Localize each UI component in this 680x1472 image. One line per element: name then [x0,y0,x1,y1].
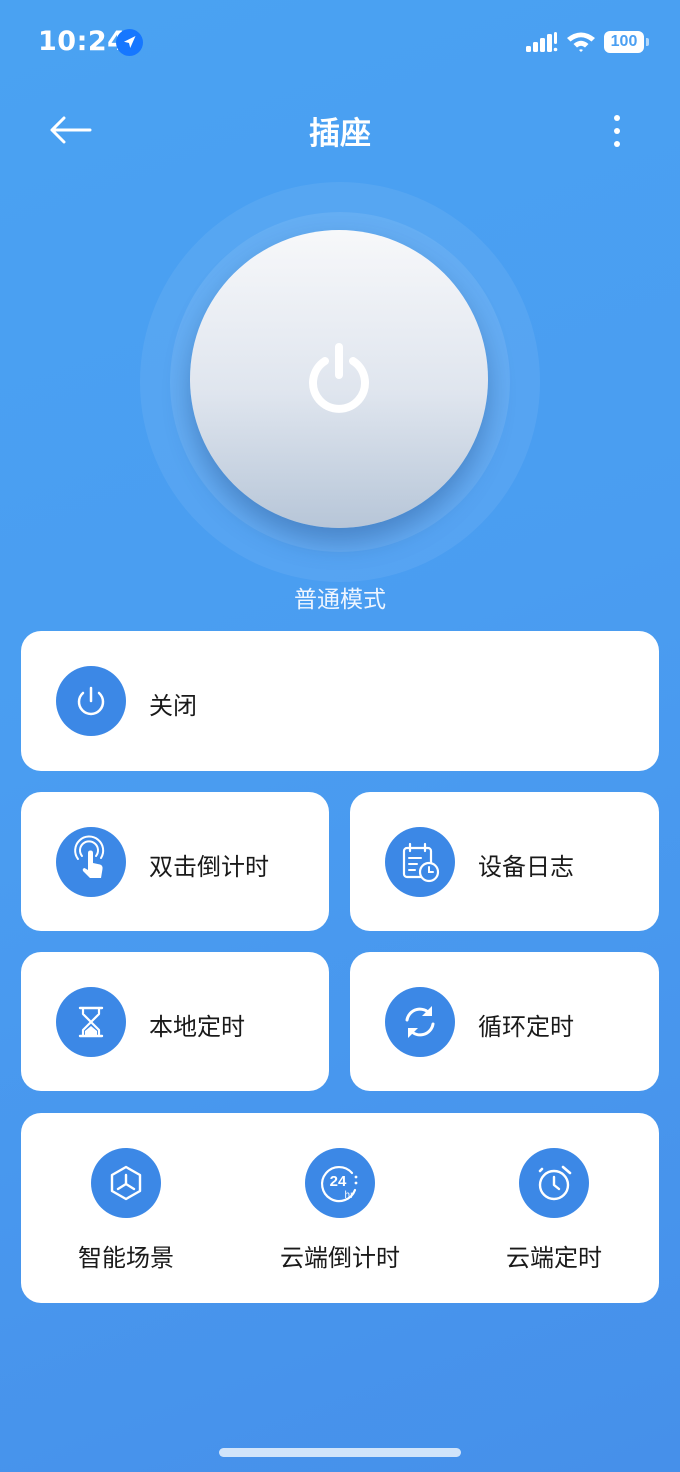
device-log-label: 设备日志 [478,853,574,881]
cloud-countdown-label: 云端倒计时 [280,1244,400,1272]
hourglass-icon [78,1006,104,1038]
power-icon [77,686,105,716]
cloud-timer-label: 云端定时 [506,1244,602,1272]
status-bar: 10:24 100 [0,0,680,86]
battery-indicator: 100 [604,31,644,53]
cloud-countdown-icon-circle: 24 hr [305,1148,375,1218]
more-options-button[interactable] [600,110,634,152]
more-vertical-icon [614,115,620,147]
cellular-signal-icon [526,32,558,58]
arrow-left-icon [50,116,92,144]
location-arrow-icon [116,29,143,56]
cloud-timer-icon-circle [519,1148,589,1218]
mode-label: 普通模式 [294,587,386,613]
calendar-clock-icon [402,842,440,883]
battery-level: 100 [610,33,638,50]
power-off-card[interactable]: 关闭 [21,631,659,771]
double-tap-countdown-label: 双击倒计时 [149,853,269,881]
cloud-timer-button[interactable]: 云端定时 [449,1113,659,1303]
tap-hand-icon [74,835,105,878]
wifi-icon [566,31,596,57]
power-off-icon-circle [56,666,126,736]
power-icon [309,343,369,413]
smart-scene-label: 智能场景 [78,1244,174,1272]
refresh-icon [405,1006,435,1038]
power-off-label: 关闭 [149,692,197,720]
home-indicator[interactable] [219,1448,461,1457]
device-log-icon-circle [385,827,455,897]
cycle-timer-card[interactable]: 循环定时 [350,952,659,1091]
status-time: 10:24 [38,26,127,57]
stopwatch-icon [538,1165,572,1201]
smart-scene-icon-circle [91,1148,161,1218]
cycle-timer-icon-circle [385,987,455,1057]
local-timer-card[interactable]: 本地定时 [21,952,329,1091]
cloud-countdown-button[interactable]: 24 hr 云端倒计时 [235,1113,445,1303]
local-timer-label: 本地定时 [149,1013,245,1041]
battery-nub [646,38,649,46]
cycle-timer-label: 循环定时 [478,1013,574,1041]
local-timer-icon-circle [56,987,126,1057]
page-title: 插座 [309,116,371,152]
hexagon-scene-icon [110,1165,142,1201]
24hr-icon: 24 hr [320,1165,358,1203]
double-tap-icon-circle [56,827,126,897]
svg-text:hr: hr [345,1190,355,1201]
double-tap-countdown-card[interactable]: 双击倒计时 [21,792,329,931]
main-power-button[interactable] [190,230,488,528]
smart-scene-button[interactable]: 智能场景 [21,1113,231,1303]
back-button[interactable] [46,110,94,150]
svg-text:24: 24 [330,1173,347,1190]
device-log-card[interactable]: 设备日志 [350,792,659,931]
cloud-features-card: 智能场景 24 hr 云端倒计时 云端定时 [21,1113,659,1303]
